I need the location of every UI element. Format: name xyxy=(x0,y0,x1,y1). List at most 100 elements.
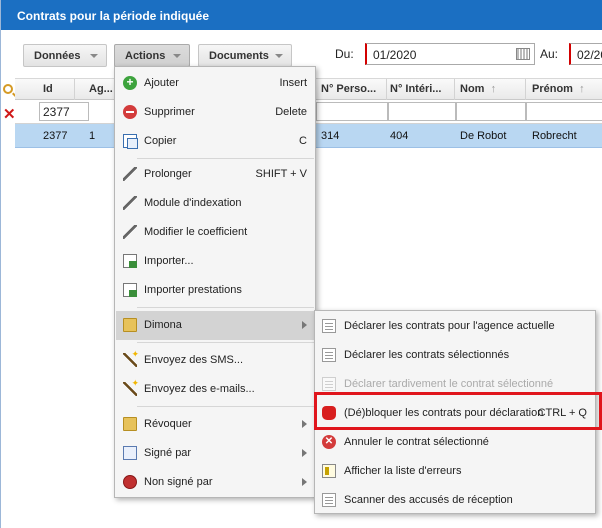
menu-item-label: Copier xyxy=(144,135,177,147)
au-date-field[interactable]: 02/20 xyxy=(569,43,602,65)
column-divider xyxy=(525,79,526,101)
menu-item-prolonger[interactable]: Prolonger SHIFT + V xyxy=(116,160,315,189)
add-icon: + xyxy=(123,76,137,90)
column-divider xyxy=(74,79,75,101)
signed-icon xyxy=(123,446,137,460)
actions-menu-button[interactable]: Actions xyxy=(114,44,190,67)
menu-item-label: Module d'indexation xyxy=(144,197,242,209)
document-icon xyxy=(322,377,336,391)
menu-item-label: Importer... xyxy=(144,255,194,267)
au-label: Au: xyxy=(540,47,559,61)
column-nom-label: Nom xyxy=(460,83,485,95)
calendar-icon[interactable] xyxy=(516,48,530,60)
submenu-item-annuler[interactable]: ✕ Annuler le contrat sélectionné xyxy=(316,428,595,457)
column-prenom[interactable]: Prénom ↑ xyxy=(532,83,585,95)
menu-item-envoyez-emails[interactable]: Envoyez des e-mails... xyxy=(116,375,315,404)
column-nom[interactable]: Nom ↑ xyxy=(460,83,496,95)
pencil-icon xyxy=(123,196,137,210)
cell-ag: 1 xyxy=(89,130,96,142)
menu-item-modifier-coefficient[interactable]: Modifier le coefficient xyxy=(116,218,315,247)
menu-item-ajouter[interactable]: + Ajouter Insert xyxy=(116,69,315,98)
interim-filter-input[interactable] xyxy=(388,102,456,121)
actions-dropdown-menu: + Ajouter Insert Supprimer Delete Copier… xyxy=(114,66,316,498)
menu-item-label: Modifier le coefficient xyxy=(144,226,248,238)
submenu-item-label: Scanner des accusés de réception xyxy=(344,494,513,506)
document-icon xyxy=(322,319,336,333)
cancel-icon: ✕ xyxy=(322,435,336,449)
menu-item-copier[interactable]: Copier C xyxy=(116,127,315,156)
wand-icon xyxy=(123,349,139,367)
nom-filter-input[interactable] xyxy=(456,102,526,121)
donnees-menu-button[interactable]: Données xyxy=(23,44,107,67)
submenu-item-liste-erreurs[interactable]: Afficher la liste d'erreurs xyxy=(316,457,595,486)
search-filter-icon[interactable] xyxy=(3,84,13,94)
menu-separator xyxy=(137,307,314,308)
menu-item-supprimer[interactable]: Supprimer Delete xyxy=(116,98,315,127)
id-filter-input[interactable]: 2377 xyxy=(39,102,89,121)
clear-filter-icon[interactable]: ✕ xyxy=(3,107,16,122)
column-interim[interactable]: N° Intéri... xyxy=(390,83,441,95)
error-list-icon xyxy=(322,464,336,478)
unsigned-icon xyxy=(123,475,137,489)
du-label: Du: xyxy=(335,47,354,61)
submenu-item-declarer-agence[interactable]: Déclarer les contrats pour l'agence actu… xyxy=(316,312,595,341)
menu-item-label: Importer prestations xyxy=(144,284,242,296)
chevron-right-icon xyxy=(302,420,307,428)
menu-item-label: Ajouter xyxy=(144,77,179,89)
sort-up-icon: ↑ xyxy=(576,83,585,95)
pencil-icon xyxy=(123,225,137,239)
menu-item-importer[interactable]: Importer... xyxy=(116,247,315,276)
chevron-right-icon xyxy=(302,449,307,457)
menu-item-label: Supprimer xyxy=(144,106,195,118)
menu-item-shortcut: C xyxy=(299,135,307,147)
chevron-down-icon xyxy=(275,54,283,58)
submenu-item-label: Afficher la liste d'erreurs xyxy=(344,465,462,477)
submenu-item-label: Annuler le contrat sélectionné xyxy=(344,436,489,448)
menu-item-label: Envoyez des e-mails... xyxy=(144,383,255,395)
column-prenom-label: Prénom xyxy=(532,83,573,95)
menu-item-shortcut: Insert xyxy=(279,77,307,89)
menu-item-label: Signé par xyxy=(144,447,192,459)
du-date-value: 01/2020 xyxy=(373,48,417,62)
sort-up-icon: ↑ xyxy=(487,83,497,95)
menu-item-signe-par[interactable]: Signé par xyxy=(116,439,315,468)
submenu-item-label: Déclarer les contrats sélectionnés xyxy=(344,349,510,361)
pencil-icon xyxy=(123,167,137,181)
column-id[interactable]: Id xyxy=(43,83,53,95)
submenu-item-scanner-accuses[interactable]: Scanner des accusés de réception xyxy=(316,486,595,515)
submenu-item-declarer-selectionnes[interactable]: Déclarer les contrats sélectionnés xyxy=(316,341,595,370)
menu-item-shortcut: SHIFT + V xyxy=(255,168,307,180)
menu-item-envoyez-sms[interactable]: Envoyez des SMS... xyxy=(116,346,315,375)
import-icon xyxy=(123,254,137,268)
folder-icon xyxy=(123,417,137,431)
contracts-window: Contrats pour la période indiquée Donnée… xyxy=(0,0,602,528)
perso-filter-input[interactable] xyxy=(316,102,388,121)
wand-icon xyxy=(123,378,139,396)
column-ag[interactable]: Ag... xyxy=(89,83,113,95)
chevron-down-icon xyxy=(90,54,98,58)
menu-item-label: Prolonger xyxy=(144,168,192,180)
highlight-annotation-box xyxy=(314,392,602,430)
documents-label: Documents xyxy=(209,50,269,62)
documents-menu-button[interactable]: Documents xyxy=(198,44,292,67)
menu-item-revoquer[interactable]: Révoquer xyxy=(116,410,315,439)
chevron-down-icon xyxy=(173,54,181,58)
du-date-field[interactable]: 01/2020 xyxy=(365,43,535,65)
prenom-filter-input[interactable] xyxy=(526,102,602,121)
menu-item-non-signe-par[interactable]: Non signé par xyxy=(116,468,315,497)
column-perso[interactable]: N° Perso... xyxy=(321,83,376,95)
column-divider xyxy=(386,79,387,101)
cell-perso: 314 xyxy=(321,130,340,142)
actions-label: Actions xyxy=(125,50,166,62)
folder-icon xyxy=(123,318,137,332)
menu-item-module-indexation[interactable]: Module d'indexation xyxy=(116,189,315,218)
menu-item-dimona[interactable]: Dimona xyxy=(116,311,315,340)
menu-separator xyxy=(137,406,314,407)
cell-prenom: Robrecht xyxy=(532,130,577,142)
donnees-label: Données xyxy=(34,50,81,62)
submenu-item-label: Déclarer tardivement le contrat sélectio… xyxy=(344,378,554,390)
menu-item-shortcut: Delete xyxy=(275,106,307,118)
chevron-right-icon xyxy=(302,478,307,486)
cell-interim: 404 xyxy=(390,130,409,142)
menu-item-importer-prestations[interactable]: Importer prestations xyxy=(116,276,315,305)
